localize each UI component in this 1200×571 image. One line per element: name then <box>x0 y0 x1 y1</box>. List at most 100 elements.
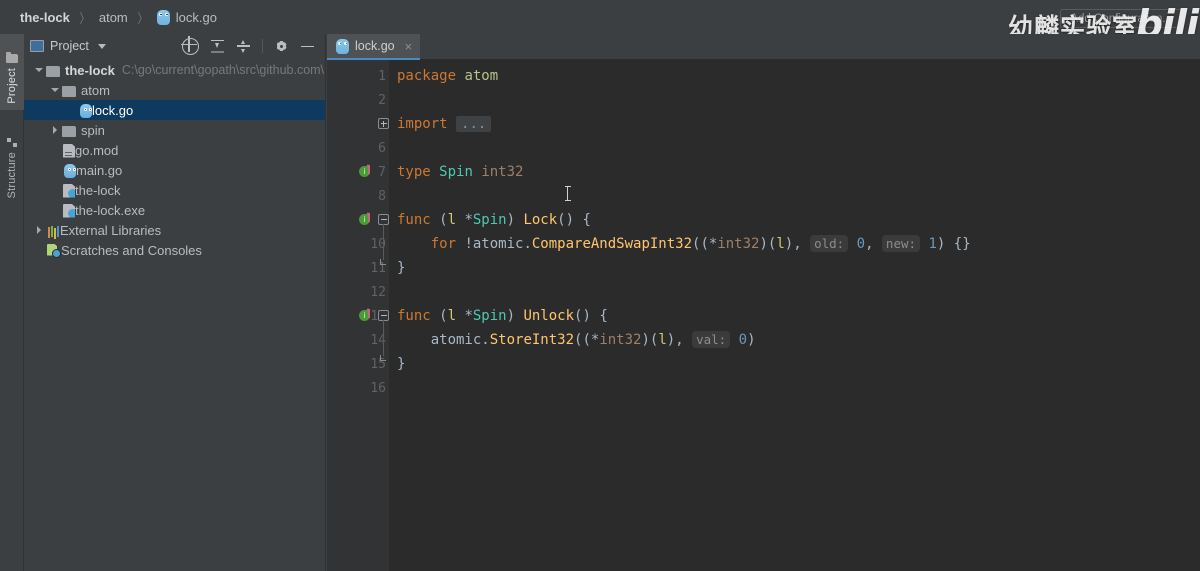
tree-row-label: go.mod <box>75 142 119 158</box>
code-line[interactable]: } <box>389 256 1200 280</box>
line-number: 12 <box>370 284 386 300</box>
tree-row-label: External Libraries <box>60 222 162 238</box>
code-token: ( <box>430 212 448 228</box>
expand-all-icon[interactable] <box>210 39 225 54</box>
tree-row[interactable]: the-lock <box>24 180 325 200</box>
code-token: } <box>397 356 406 372</box>
gutter-line[interactable]: 11 <box>327 256 389 280</box>
tree-row[interactable]: the-lock C:\go\current\gopath\src\github.… <box>24 60 325 80</box>
chevron-right-icon[interactable] <box>48 120 62 140</box>
code-fold-toggle-icon[interactable] <box>378 118 389 129</box>
code-line[interactable] <box>389 376 1200 400</box>
chevron-right-icon[interactable] <box>32 220 46 240</box>
minimize-icon[interactable] <box>300 39 315 54</box>
code-token: int32 <box>599 332 642 348</box>
gutter-line[interactable]: 16 <box>327 376 389 400</box>
chevron-down-icon[interactable] <box>32 60 46 80</box>
unknown-file-icon <box>63 183 75 198</box>
code-token: () { <box>557 212 591 228</box>
toolstrip-item-project[interactable]: Project <box>0 34 24 110</box>
code-fold-toggle-icon[interactable] <box>378 258 389 272</box>
implementation-marker-arrow <box>366 308 370 318</box>
gutter-line[interactable]: 7i <box>327 160 389 184</box>
tree-arrow-placeholder <box>64 100 78 120</box>
tree-row[interactable]: atom <box>24 80 325 100</box>
code-content[interactable]: package atom import ... type Spin int32 … <box>389 60 1200 571</box>
gutter-line[interactable]: 2 <box>327 88 389 112</box>
code-line[interactable] <box>389 184 1200 208</box>
folder-icon <box>62 86 76 97</box>
tree-row[interactable]: main.go <box>24 160 325 180</box>
gutter-line[interactable]: 14 <box>327 328 389 352</box>
code-line[interactable]: atomic.StoreInt32((*int32)(l), val: 0) <box>389 328 1200 352</box>
text-cursor <box>564 186 571 201</box>
toolstrip-item-structure[interactable]: Structure <box>0 118 24 204</box>
breadcrumb: the-lock 〉 atom 〉 lock.go <box>14 8 223 27</box>
gutter-line[interactable]: 12 <box>327 280 389 304</box>
inlay-hint: val: <box>692 331 731 348</box>
gomod-icon <box>63 143 75 158</box>
implementation-marker-icon[interactable]: i <box>359 212 371 226</box>
code-line[interactable]: func (l *Spin) Unlock() { <box>389 304 1200 328</box>
code-line[interactable]: import ... <box>389 112 1200 136</box>
close-icon[interactable]: × <box>405 40 413 53</box>
breadcrumb-item-atom[interactable]: atom <box>93 10 134 25</box>
implementation-marker-arrow <box>366 212 370 222</box>
breadcrumb-item-lock-go[interactable]: lock.go <box>151 9 223 25</box>
code-line[interactable] <box>389 136 1200 160</box>
code-line[interactable]: type Spin int32 <box>389 160 1200 184</box>
tree-row[interactable]: External Libraries <box>24 220 325 240</box>
locate-icon[interactable] <box>180 36 199 55</box>
tree-row[interactable]: Scratches and Consoles <box>24 240 325 260</box>
breadcrumb-separator: 〉 <box>137 10 148 26</box>
add-configuration-button[interactable]: Add Configuration... <box>1060 9 1182 28</box>
editor-gutter[interactable]: 12367i89i10111213i141516 <box>327 60 389 571</box>
tree-row[interactable]: spin <box>24 120 325 140</box>
tree-row-label: atom <box>81 82 110 98</box>
code-token: ( <box>430 308 448 324</box>
gutter-line[interactable]: 8 <box>327 184 389 208</box>
gutter-line[interactable]: 13i <box>327 304 389 328</box>
code-token: package <box>397 68 457 84</box>
gutter-line[interactable]: 9i <box>327 208 389 232</box>
code-line[interactable]: for !atomic.CompareAndSwapInt32((*int32)… <box>389 232 1200 256</box>
collapse-all-icon[interactable] <box>236 39 251 54</box>
gutter-line[interactable]: 10 <box>327 232 389 256</box>
code-token: 1 <box>928 236 937 252</box>
tree-row[interactable]: lock.go <box>24 100 325 120</box>
gutter-line[interactable]: 1 <box>327 64 389 88</box>
code-line[interactable]: } <box>389 352 1200 376</box>
code-line[interactable] <box>389 280 1200 304</box>
project-panel-title-group[interactable]: Project <box>30 39 106 53</box>
folder-icon <box>6 51 18 64</box>
code-token: !atomic. <box>456 236 532 252</box>
tree-row[interactable]: the-lock.exe <box>24 200 325 220</box>
breadcrumb-item-the-lock[interactable]: the-lock <box>14 10 76 25</box>
code-line[interactable]: func (l *Spin) Lock() { <box>389 208 1200 232</box>
editor-tab-lock-go[interactable]: lock.go × <box>327 34 421 60</box>
chevron-down-icon[interactable] <box>97 43 106 49</box>
code-token: ), <box>784 236 811 252</box>
code-editor[interactable]: 12367i89i10111213i141516 package atom im… <box>327 60 1200 571</box>
code-token: Unlock <box>523 308 575 324</box>
code-fold-toggle-icon[interactable] <box>378 354 389 368</box>
tree-row[interactable]: go.mod <box>24 140 325 160</box>
implementation-marker-icon[interactable]: i <box>359 308 371 322</box>
gutter-line[interactable]: 3 <box>327 112 389 136</box>
structure-icon <box>6 137 18 147</box>
code-token: 0 <box>856 236 866 252</box>
gear-icon[interactable] <box>274 39 289 54</box>
implementation-marker-arrow <box>366 164 370 174</box>
tree-arrow-placeholder <box>48 200 62 220</box>
code-token: 0 <box>738 332 748 348</box>
tree-row-label: the-lock <box>65 62 115 78</box>
code-line[interactable]: package atom <box>389 64 1200 88</box>
code-token: ... <box>456 116 492 132</box>
chevron-down-icon[interactable] <box>48 80 62 100</box>
implementation-marker-icon[interactable]: i <box>359 164 371 178</box>
gutter-line[interactable]: 15 <box>327 352 389 376</box>
gutter-line[interactable]: 6 <box>327 136 389 160</box>
line-number: 6 <box>378 140 386 156</box>
code-line[interactable] <box>389 88 1200 112</box>
